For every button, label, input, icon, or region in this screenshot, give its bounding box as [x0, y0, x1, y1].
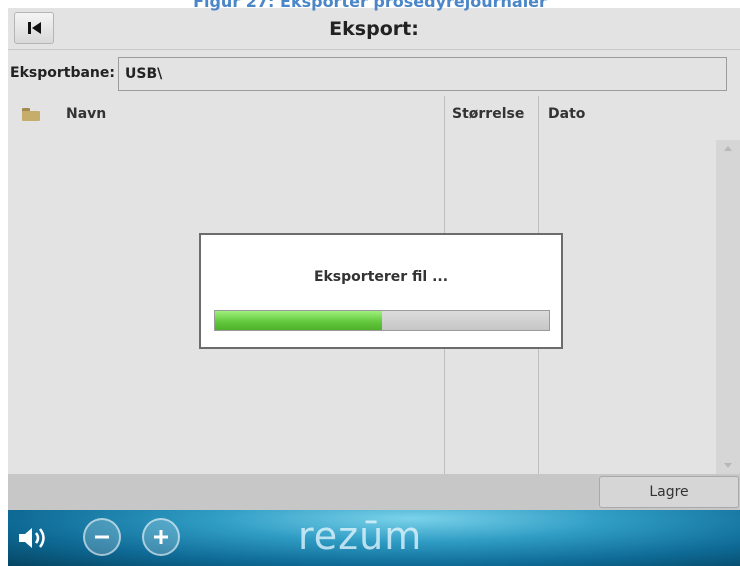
page-title: Eksport:	[329, 18, 419, 40]
progress-fill	[215, 311, 382, 330]
save-button[interactable]: Lagre	[599, 476, 739, 508]
top-bar: Eksport:	[8, 8, 740, 50]
brand-logo: rezūm	[298, 514, 423, 558]
figure-caption: Figur 27: Eksporter prosedyrejournaler	[193, 0, 547, 11]
volume-down-button[interactable]	[83, 518, 121, 556]
export-path-row: Eksportbane:	[8, 57, 740, 91]
action-bar: Lagre	[8, 474, 740, 510]
export-path-label: Eksportbane:	[10, 65, 115, 81]
column-header-date[interactable]: Dato	[548, 106, 585, 122]
export-progress-bar	[214, 310, 550, 331]
export-screen: Eksport: Eksportbane: Navn Størrelse Dat…	[8, 8, 740, 566]
volume-up-button[interactable]	[142, 518, 180, 556]
export-progress-dialog: Eksporterer fil ...	[199, 233, 563, 349]
column-header-name[interactable]: Navn	[66, 106, 106, 122]
folder-icon[interactable]	[22, 108, 40, 121]
export-path-input[interactable]	[118, 57, 727, 91]
speaker-icon[interactable]	[16, 525, 56, 551]
back-to-start-icon	[27, 22, 41, 34]
vertical-scrollbar[interactable]	[716, 140, 740, 474]
scroll-down-icon[interactable]	[724, 463, 732, 468]
bottom-bar: rezūm	[8, 510, 740, 566]
back-button[interactable]	[14, 12, 54, 44]
column-header-size[interactable]: Størrelse	[452, 106, 524, 122]
dialog-message: Eksporterer fil ...	[313, 269, 449, 285]
plus-icon	[154, 530, 168, 544]
minus-icon	[95, 535, 109, 539]
scroll-up-icon[interactable]	[724, 146, 732, 151]
